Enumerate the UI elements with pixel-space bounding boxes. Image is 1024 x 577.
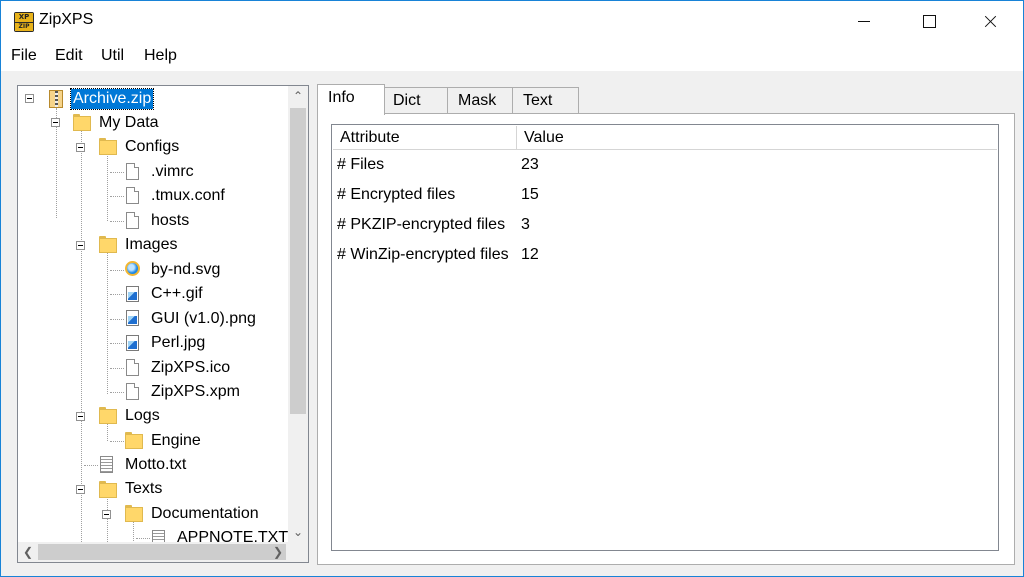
column-header-attribute[interactable]: Attribute <box>333 126 517 150</box>
tree-node-documentation[interactable]: Documentation <box>151 504 259 524</box>
menu-util[interactable]: Util <box>101 47 124 65</box>
image-file-icon <box>126 335 139 351</box>
tree-node-my-data[interactable]: My Data <box>99 113 159 133</box>
image-file-icon <box>126 286 139 302</box>
tree-node-cpp-gif[interactable]: C++.gif <box>151 284 203 304</box>
tree-node-hosts[interactable]: hosts <box>151 211 189 231</box>
value-cell: 15 <box>521 186 539 203</box>
attribute-cell: # PKZIP-encrypted files <box>337 216 506 233</box>
collapse-images-toggle[interactable] <box>76 241 85 250</box>
title-bar: XP ZIP ZipXPS <box>1 1 1023 41</box>
app-window: XP ZIP ZipXPS File Edit Util Help Archiv… <box>0 0 1024 577</box>
vertical-scroll-thumb[interactable] <box>290 108 306 414</box>
tree-node-zipxps-xpm[interactable]: ZipXPS.xpm <box>151 382 240 402</box>
attribute-cell: # WinZip-encrypted files <box>337 246 509 263</box>
maximize-button[interactable] <box>906 1 952 41</box>
folder-icon <box>99 235 117 253</box>
folder-icon <box>99 406 117 424</box>
tree-node-motto-txt[interactable]: Motto.txt <box>125 455 186 475</box>
tab-text[interactable]: Text <box>512 87 579 115</box>
close-button[interactable] <box>967 1 1013 41</box>
attribute-cell: # Encrypted files <box>337 186 456 203</box>
file-icon <box>126 163 139 180</box>
menu-file[interactable]: File <box>11 47 37 65</box>
table-row[interactable]: # PKZIP-encrypted files 3 <box>333 212 997 242</box>
value-cell: 3 <box>521 216 530 233</box>
tree-node-configs[interactable]: Configs <box>125 137 179 157</box>
folder-icon <box>125 431 143 449</box>
zipxps-logo-icon: XP ZIP <box>14 12 34 32</box>
tab-dict[interactable]: Dict <box>382 87 448 115</box>
tree-horizontal-scrollbar[interactable]: ❮ ❯ <box>18 542 308 562</box>
file-icon <box>126 383 139 400</box>
table-row[interactable]: # Encrypted files 15 <box>333 182 997 212</box>
file-icon <box>126 212 139 229</box>
scroll-down-arrow-icon[interactable]: ⌄ <box>288 522 308 542</box>
tree-node-images[interactable]: Images <box>125 235 177 255</box>
tree-node-vimrc[interactable]: .vimrc <box>151 162 194 182</box>
scroll-right-arrow-icon[interactable]: ❯ <box>268 542 288 562</box>
file-icon <box>126 359 139 376</box>
column-header-value[interactable]: Value <box>517 126 997 150</box>
attribute-cell: # Files <box>337 156 385 173</box>
text-file-icon <box>100 456 113 473</box>
collapse-documentation-toggle[interactable] <box>102 510 111 519</box>
tab-info[interactable]: Info <box>317 84 385 115</box>
collapse-my-data-toggle[interactable] <box>51 118 60 127</box>
zip-archive-icon <box>49 90 63 108</box>
tree-node-tmux-conf[interactable]: .tmux.conf <box>151 186 225 206</box>
archive-tree-view[interactable]: Archive.zip My Data Configs .vimrc .tmux… <box>17 85 309 563</box>
tree-vertical-scrollbar[interactable]: ⌃ ⌄ <box>288 86 308 542</box>
collapse-logs-toggle[interactable] <box>76 412 85 421</box>
menu-help[interactable]: Help <box>144 47 177 65</box>
tree-node-logs[interactable]: Logs <box>125 406 160 426</box>
value-cell: 12 <box>521 246 539 263</box>
tree-node-engine[interactable]: Engine <box>151 431 201 451</box>
minimize-button[interactable] <box>841 1 887 41</box>
file-icon <box>126 187 139 204</box>
folder-icon <box>99 480 117 498</box>
folder-icon <box>125 504 143 522</box>
collapse-archive-toggle[interactable] <box>25 94 34 103</box>
tree-node-texts[interactable]: Texts <box>125 479 162 499</box>
info-list-view[interactable]: Attribute Value # Files 23 # Encrypted f… <box>331 124 999 551</box>
image-file-icon <box>126 310 139 326</box>
horizontal-scroll-thumb[interactable] <box>38 544 286 560</box>
scrollbar-corner <box>288 542 308 562</box>
collapse-configs-toggle[interactable] <box>76 143 85 152</box>
menu-bar: File Edit Util Help <box>1 41 1023 71</box>
menu-edit[interactable]: Edit <box>55 47 83 65</box>
tab-mask[interactable]: Mask <box>447 87 514 115</box>
collapse-texts-toggle[interactable] <box>76 485 85 494</box>
folder-icon <box>99 137 117 155</box>
table-row[interactable]: # WinZip-encrypted files 12 <box>333 242 997 272</box>
table-row[interactable]: # Files 23 <box>333 152 997 182</box>
list-header: Attribute Value <box>333 126 997 150</box>
tree-root-archive[interactable]: Archive.zip <box>69 88 155 110</box>
window-title: ZipXPS <box>39 11 94 28</box>
scroll-left-arrow-icon[interactable]: ❮ <box>18 542 38 562</box>
tree-node-perl-jpg[interactable]: Perl.jpg <box>151 333 205 353</box>
tree-node-gui-png[interactable]: GUI (v1.0).png <box>151 309 256 329</box>
tree-node-zipxps-ico[interactable]: ZipXPS.ico <box>151 358 230 378</box>
folder-icon <box>73 113 91 131</box>
value-cell: 23 <box>521 156 539 173</box>
tree-node-by-nd-svg[interactable]: by-nd.svg <box>151 260 220 280</box>
info-tab-panel: Attribute Value # Files 23 # Encrypted f… <box>317 113 1015 565</box>
scroll-up-arrow-icon[interactable]: ⌃ <box>288 86 308 106</box>
svg-file-icon <box>125 261 140 276</box>
